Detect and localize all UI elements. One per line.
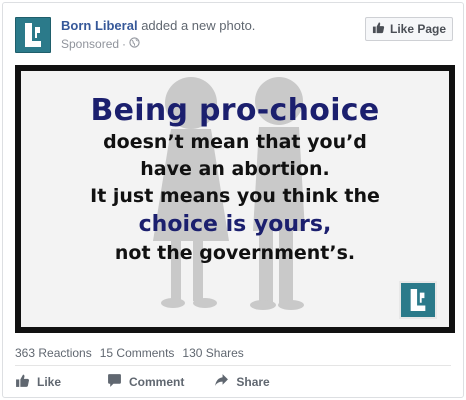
share-button[interactable]: Share: [214, 373, 270, 391]
like-button[interactable]: Like: [15, 373, 61, 391]
quote-text: Being pro-choice doesn’t mean that you’d…: [21, 93, 449, 267]
thumbs-up-icon: [15, 373, 30, 391]
like-page-button[interactable]: Like Page: [365, 17, 453, 41]
comments-count[interactable]: 15 Comments: [100, 346, 175, 360]
stats-divider: [15, 365, 451, 366]
post-photo[interactable]: Being pro-choice doesn’t mean that you’d…: [15, 65, 455, 333]
born-liberal-logo-icon[interactable]: [15, 17, 51, 53]
quote-line-6: not the government’s.: [114, 242, 356, 264]
post-meta: Sponsored ·: [61, 37, 140, 51]
post-header: Born Liberal added a new photo. Sponsore…: [13, 13, 453, 57]
post-card: Born Liberal added a new photo. Sponsore…: [2, 2, 464, 398]
photo-content: Being pro-choice doesn’t mean that you’d…: [21, 71, 449, 327]
like-page-label: Like Page: [389, 22, 447, 36]
reactions-count[interactable]: 363 Reactions: [15, 346, 92, 360]
quote-line-2: doesn’t mean that you’d: [103, 131, 367, 153]
post-action-text: added a new photo.: [141, 18, 256, 33]
share-label: Share: [236, 375, 270, 389]
comment-label: Comment: [129, 375, 185, 389]
page-name-link[interactable]: Born Liberal: [61, 18, 138, 33]
post-actions-bar: Like Comment Share: [15, 371, 300, 393]
thumbs-up-icon: [372, 21, 385, 37]
globe-icon: [129, 37, 140, 51]
watermark-logo-icon: [399, 281, 437, 319]
post-headline: Born Liberal added a new photo.: [61, 18, 255, 34]
shares-count[interactable]: 130 Shares: [182, 346, 243, 360]
comment-button[interactable]: Comment: [107, 373, 184, 391]
quote-line-3: have an abortion.: [140, 158, 330, 180]
sponsored-label[interactable]: Sponsored: [61, 37, 119, 51]
engagement-stats: 363 Reactions 15 Comments 130 Shares: [15, 346, 244, 360]
comment-bubble-icon: [107, 373, 122, 391]
quote-line-1: Being pro-choice: [90, 93, 380, 128]
like-label: Like: [37, 375, 62, 389]
share-arrow-icon: [214, 373, 229, 391]
quote-line-5: choice is yours,: [138, 212, 332, 237]
quote-line-4: It just means you think the: [90, 185, 380, 207]
meta-separator: ·: [122, 37, 127, 51]
